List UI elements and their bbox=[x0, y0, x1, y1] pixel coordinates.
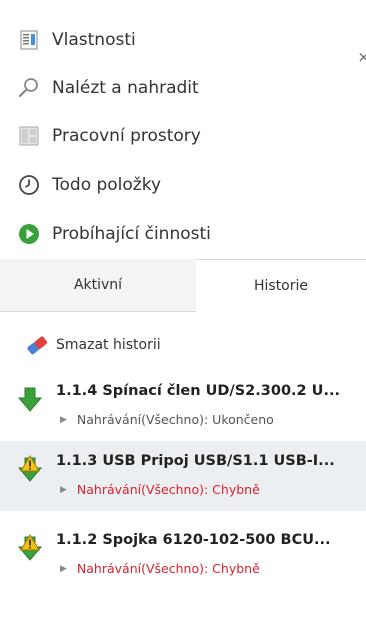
clock-icon bbox=[19, 175, 39, 195]
expand-arrow-icon[interactable]: ▶ bbox=[60, 564, 67, 574]
tab-historie[interactable]: Historie bbox=[196, 259, 366, 312]
tab-aktivni[interactable]: Aktivní bbox=[0, 259, 197, 311]
expand-arrow-icon[interactable]: ▶ bbox=[60, 415, 67, 425]
history-item-status-row[interactable]: ▶ Nahrávání(Všechno): Chybně bbox=[60, 561, 260, 576]
history-item-status: Nahrávání(Všechno): Chybně bbox=[76, 561, 260, 576]
workspaces-icon bbox=[19, 126, 39, 146]
download-warning-icon bbox=[17, 534, 43, 561]
menu-item-label: Nalézt a nahradit bbox=[52, 78, 199, 98]
history-item[interactable]: 1.1.2 Spojka 6120-102-500 BCU... ▶ Nahrá… bbox=[0, 520, 366, 590]
menu-item-label: Todo položky bbox=[52, 175, 162, 195]
menu-item-label: Pracovní prostory bbox=[52, 126, 201, 146]
expand-arrow-icon[interactable]: ▶ bbox=[60, 485, 67, 495]
play-icon bbox=[19, 224, 39, 244]
tab-label: Historie bbox=[253, 278, 309, 294]
tab-label: Aktivní bbox=[73, 277, 123, 293]
history-item-status-row[interactable]: ▶ Nahrávání(Všechno): Chybně bbox=[60, 482, 260, 497]
tab-bar: Aktivní Historie bbox=[0, 259, 366, 312]
menu-item-todo[interactable]: Todo položky bbox=[0, 161, 366, 209]
menu-item-nalezt[interactable]: Nalézt a nahradit bbox=[0, 64, 366, 112]
history-item-status: Nahrávání(Všechno): Ukončeno bbox=[76, 412, 274, 427]
menu-item-probihajici[interactable]: Probíhající činnosti bbox=[0, 210, 366, 258]
download-arrow-icon bbox=[17, 387, 43, 412]
menu-item-pracovni-prostory[interactable]: Pracovní prostory bbox=[0, 112, 366, 160]
search-icon bbox=[18, 78, 38, 98]
menu-item-label: Vlastnosti bbox=[52, 30, 136, 50]
history-item[interactable]: 1.1.4 Spínací člen UD/S2.300.2 U... ▶ Na… bbox=[0, 371, 366, 441]
menu-item-vlastnosti[interactable]: Vlastnosti × bbox=[0, 16, 366, 66]
properties-icon bbox=[20, 30, 38, 50]
eraser-icon bbox=[27, 336, 48, 355]
clear-history-button[interactable]: Smazat historii bbox=[24, 328, 161, 362]
history-item-status-row[interactable]: ▶ Nahrávání(Všechno): Ukončeno bbox=[60, 412, 274, 427]
history-item-title: 1.1.3 USB Pripoj USB/S1.1 USB-I... bbox=[56, 453, 335, 469]
download-warning-icon bbox=[17, 455, 43, 482]
history-item[interactable]: 1.1.3 USB Pripoj USB/S1.1 USB-I... ▶ Nah… bbox=[0, 441, 366, 511]
history-item-title: 1.1.2 Spojka 6120-102-500 BCU... bbox=[56, 532, 331, 548]
history-item-status: Nahrávání(Všechno): Chybně bbox=[76, 482, 260, 497]
menu-item-label: Probíhající činnosti bbox=[52, 224, 211, 244]
clear-history-label: Smazat historii bbox=[56, 337, 161, 353]
history-item-title: 1.1.4 Spínací člen UD/S2.300.2 U... bbox=[56, 383, 340, 399]
